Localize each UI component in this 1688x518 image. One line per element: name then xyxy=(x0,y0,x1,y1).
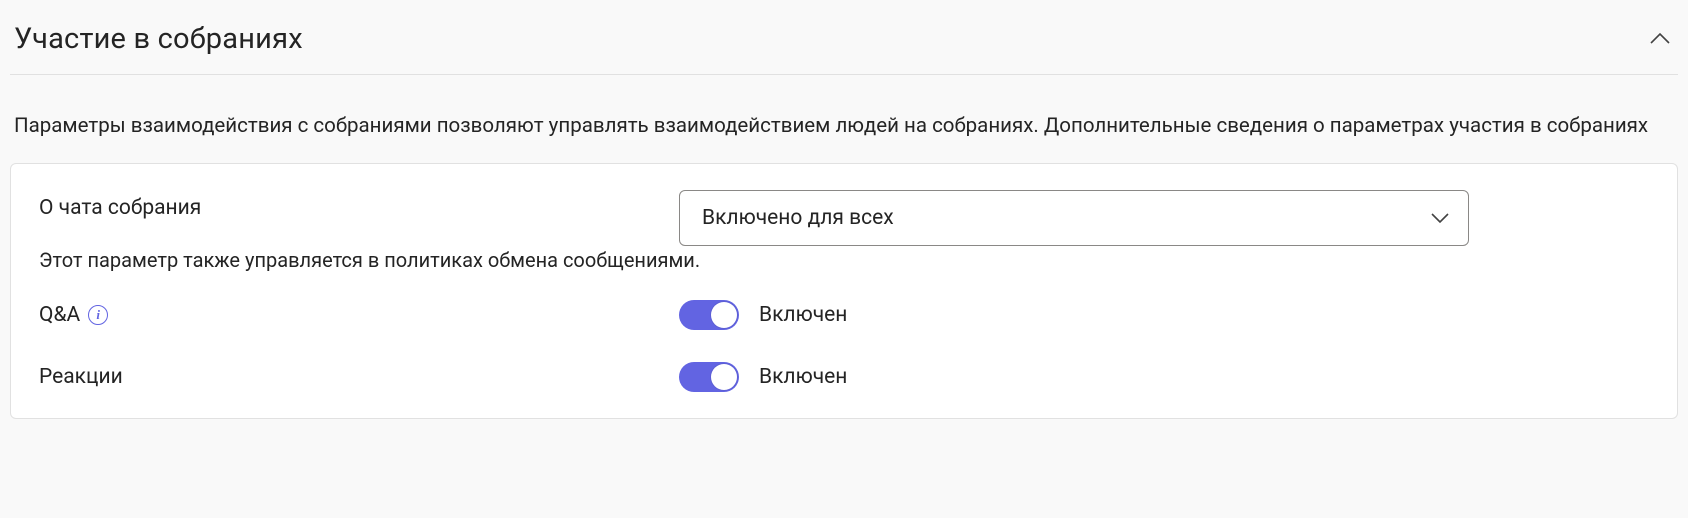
row-meeting-chat: О чата собрания Включено для всех Этот п… xyxy=(39,180,1653,284)
qa-label: Q&A i xyxy=(39,303,679,327)
reactions-toggle-status: Включен xyxy=(759,365,847,389)
reactions-toggle-wrap: Включен xyxy=(679,362,1653,392)
section-description: Параметры взаимодействия с собраниями по… xyxy=(10,75,1678,163)
reactions-label: Реакции xyxy=(39,365,679,389)
chevron-up-icon xyxy=(1649,32,1671,46)
meeting-chat-selected: Включено для всех xyxy=(702,206,894,230)
qa-toggle[interactable] xyxy=(679,300,739,330)
section-title: Участие в собраниях xyxy=(14,22,303,56)
reactions-toggle[interactable] xyxy=(679,362,739,392)
settings-panel: О чата собрания Включено для всех Этот п… xyxy=(10,163,1678,419)
meeting-chat-dropdown[interactable]: Включено для всех xyxy=(679,190,1469,246)
row-reactions: Реакции Включен xyxy=(39,346,1653,408)
qa-toggle-status: Включен xyxy=(759,303,847,327)
meeting-chat-helper: Этот параметр также управляется в полити… xyxy=(39,248,1653,278)
toggle-knob xyxy=(711,364,737,390)
row-qa: Q&A i Включен xyxy=(39,284,1653,346)
collapse-toggle[interactable] xyxy=(1646,30,1674,48)
toggle-knob xyxy=(711,302,737,328)
info-icon[interactable]: i xyxy=(88,305,108,325)
qa-label-text: Q&A xyxy=(39,303,80,327)
meeting-engagement-section: Участие в собраниях Параметры взаимодейс… xyxy=(0,0,1688,419)
qa-toggle-wrap: Включен xyxy=(679,300,1653,330)
chevron-down-icon xyxy=(1430,206,1450,230)
section-header: Участие в собраниях xyxy=(10,10,1678,75)
meeting-chat-label: О чата собрания xyxy=(39,190,679,220)
